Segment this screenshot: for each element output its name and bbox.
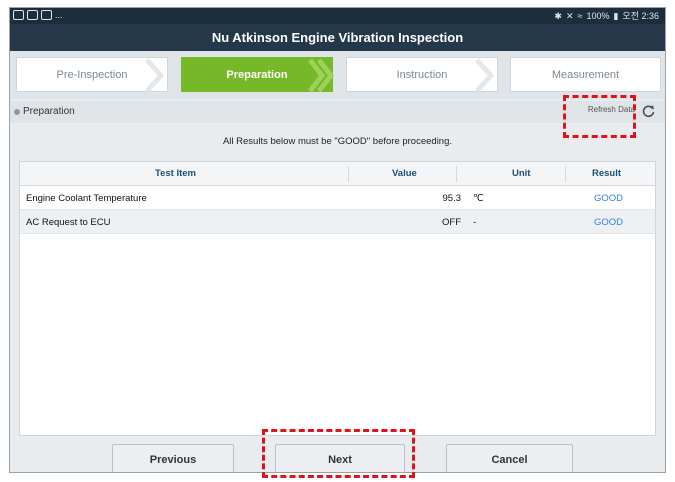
refresh-data-button[interactable]: Refresh Data: [588, 105, 635, 114]
header-unit: Unit: [512, 168, 531, 179]
header-value: Value: [392, 168, 417, 179]
cell-value: OFF: [442, 217, 461, 228]
step-label: Pre-Inspection: [56, 69, 128, 81]
step-measurement[interactable]: Measurement: [510, 57, 661, 92]
more-notifications: ...: [55, 10, 63, 20]
test-results-table: Test Item Value Unit Result Engine Coola…: [19, 161, 656, 436]
column-divider: [565, 166, 566, 182]
step-label: Measurement: [551, 69, 620, 81]
battery-icon: ▮: [613, 11, 619, 21]
cancel-button[interactable]: Cancel: [446, 444, 573, 472]
notification-app-icon: [27, 10, 38, 20]
chevron-right-icon: [473, 58, 499, 93]
table-row[interactable]: AC Request to ECU OFF - GOOD: [20, 210, 655, 234]
table-row[interactable]: Engine Coolant Temperature 95.3 ℃ GOOD: [20, 186, 655, 210]
previous-button[interactable]: Previous: [112, 444, 234, 472]
header-test-item: Test Item: [155, 168, 197, 179]
step-label: Preparation: [226, 69, 288, 81]
app-window: ... ✱ ✕ ≈ 100% ▮ 오전 2:36 Nu Atkinson Eng…: [9, 7, 666, 473]
instruction-notice: All Results below must be "GOOD" before …: [222, 136, 453, 147]
step-label: Instruction: [396, 69, 448, 81]
step-pre-inspection[interactable]: Pre-Inspection: [16, 57, 169, 93]
cell-unit: -: [473, 217, 477, 228]
page-title: Nu Atkinson Engine Vibration Inspection: [10, 24, 665, 51]
column-divider: [456, 166, 457, 182]
step-bar: Pre-Inspection Preparation Instruction M…: [10, 51, 665, 99]
cell-result: GOOD: [594, 217, 624, 228]
status-right: ✱ ✕ ≈ 100% ▮ 오전 2:36: [554, 10, 659, 22]
refresh-icon[interactable]: [642, 105, 655, 118]
section-title: Preparation: [23, 106, 75, 117]
cell-result: GOOD: [594, 193, 624, 204]
cell-test-item: Engine Coolant Temperature: [26, 193, 147, 204]
bluetooth-icon: ✱: [554, 11, 562, 21]
mute-icon: ✕: [565, 11, 574, 21]
table-header: Test Item Value Unit Result: [20, 162, 655, 186]
step-instruction[interactable]: Instruction: [346, 57, 499, 93]
cell-test-item: AC Request to ECU: [26, 217, 111, 228]
clock: 오전 2:36: [622, 11, 659, 21]
column-divider: [348, 166, 349, 182]
section-header: Preparation Refresh Data: [10, 101, 665, 123]
battery-percent: 100%: [586, 11, 610, 21]
cell-value: 95.3: [442, 193, 462, 204]
bullet-icon: [14, 109, 20, 115]
chevron-right-icon: [308, 58, 335, 93]
chevron-right-icon: [143, 58, 169, 93]
step-preparation[interactable]: Preparation: [181, 57, 335, 93]
cell-unit: ℃: [473, 193, 484, 204]
wifi-icon: ≈: [577, 11, 583, 21]
status-left: ...: [13, 10, 63, 20]
next-button[interactable]: Next: [275, 444, 405, 472]
header-result: Result: [592, 168, 622, 179]
notification-camera-icon: [41, 10, 52, 20]
status-bar: ... ✱ ✕ ≈ 100% ▮ 오전 2:36: [10, 8, 665, 24]
notification-image-icon: [13, 10, 24, 20]
